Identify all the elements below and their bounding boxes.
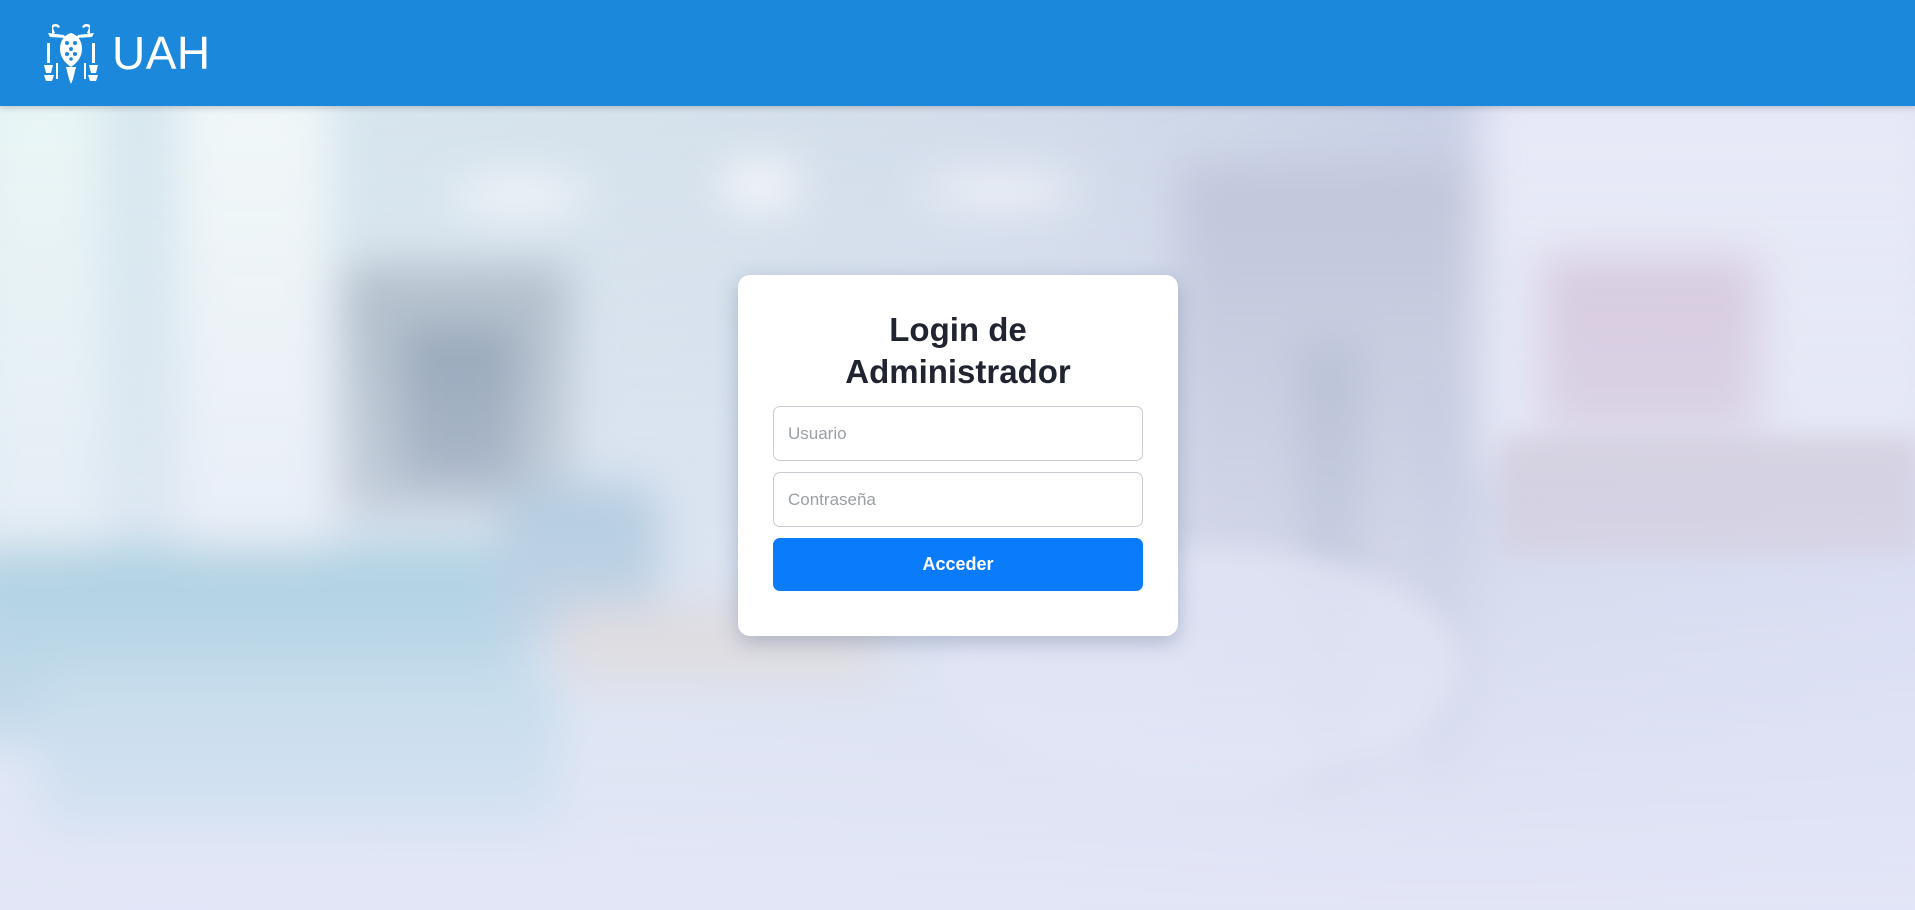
- uah-crest-logo-icon: [44, 23, 98, 84]
- brand-name: UAH: [112, 27, 211, 79]
- login-card: Login de Administrador Acceder: [738, 275, 1178, 636]
- username-input[interactable]: [773, 406, 1143, 461]
- acceder-button[interactable]: Acceder: [773, 538, 1143, 591]
- brand[interactable]: UAH: [42, 21, 211, 85]
- password-input[interactable]: [773, 472, 1143, 527]
- page: UAH Login de Administrador Usuario Acced…: [0, 0, 1915, 910]
- login-title: Login de Administrador: [845, 311, 1071, 390]
- top-navbar: UAH: [0, 0, 1915, 106]
